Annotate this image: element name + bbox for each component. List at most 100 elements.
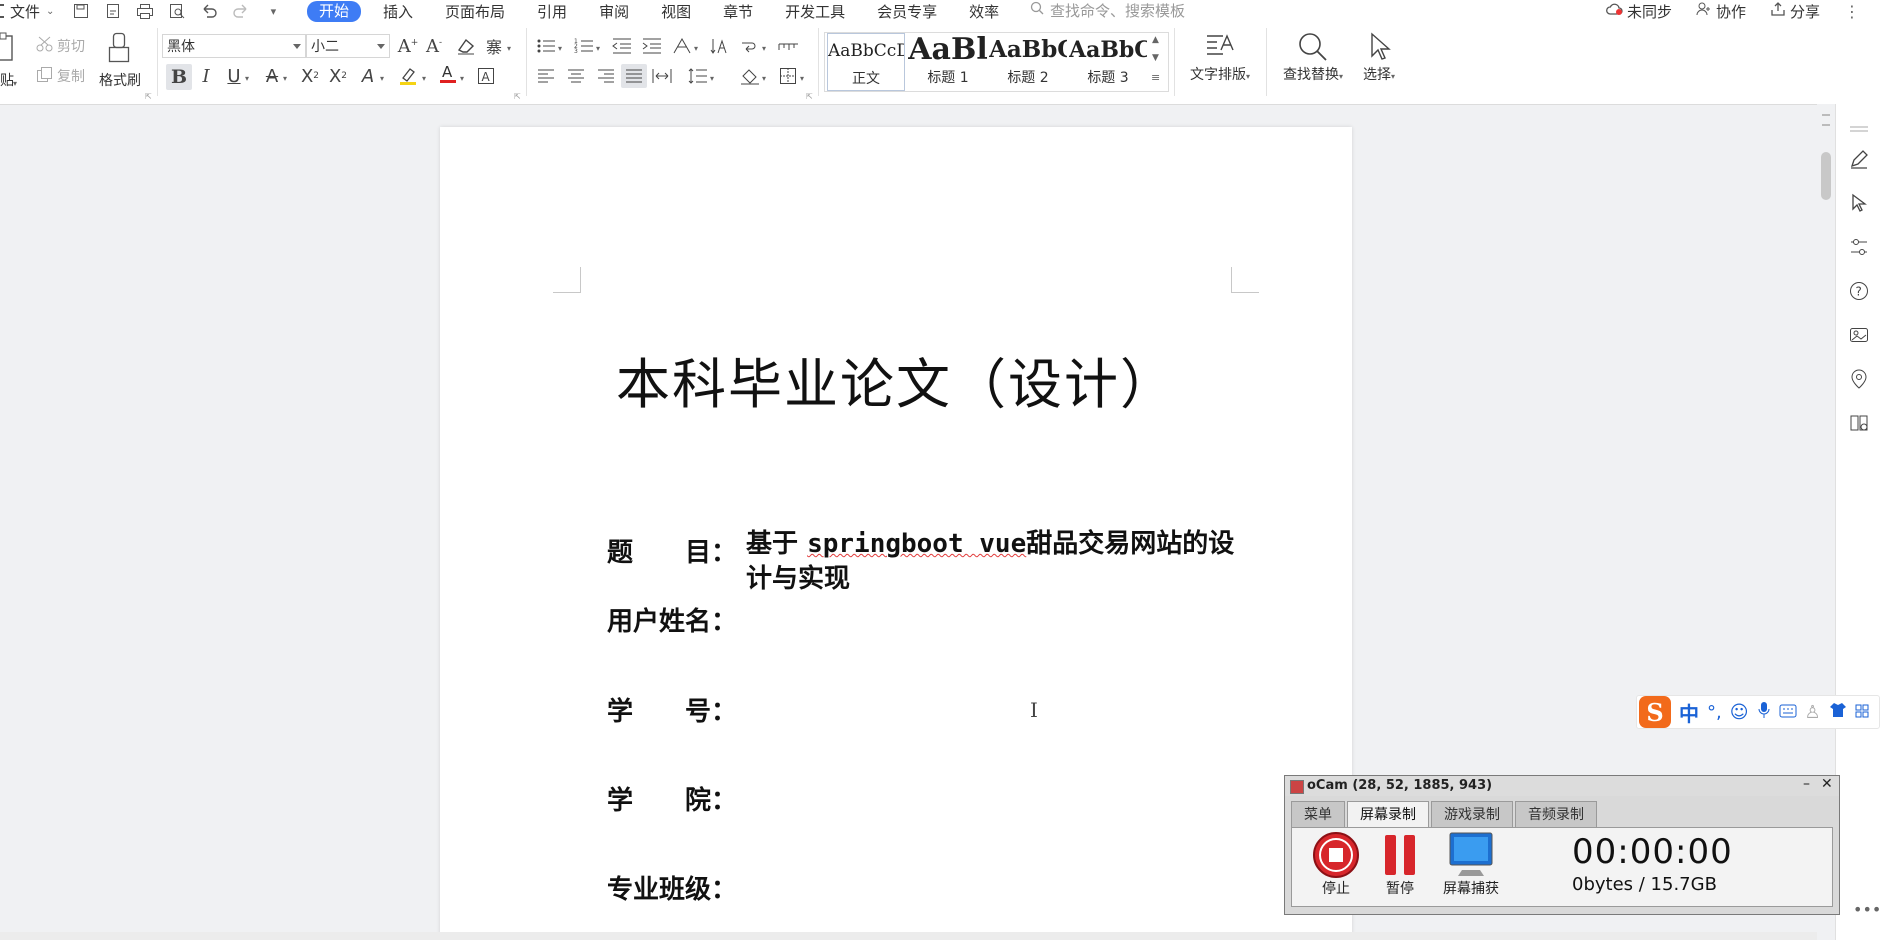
tab-home[interactable]: 开始	[307, 0, 362, 22]
strikethrough-dropdown-icon[interactable]: ▾	[283, 74, 287, 83]
clear-format-icon[interactable]	[456, 36, 476, 56]
styles-expand-icon[interactable]: ≡	[1151, 71, 1160, 84]
line-spacing-dropdown-icon[interactable]: ▾	[710, 74, 714, 83]
collab-button[interactable]: 协作	[1696, 1, 1746, 22]
tab-section[interactable]: 章节	[723, 1, 753, 22]
paste-dropdown-icon[interactable]: ▾	[13, 79, 17, 88]
select-button[interactable]: 选择▾	[1358, 30, 1400, 84]
share-button[interactable]: 分享	[1770, 1, 1820, 22]
tab-membership[interactable]: 会员专享	[877, 1, 937, 22]
text-effect-dropdown-icon[interactable]: ▾	[380, 74, 384, 83]
ocam-tab-audio-record[interactable]: 音频录制	[1515, 801, 1597, 827]
subscript-icon[interactable]: X2	[328, 66, 348, 87]
stop-button[interactable]: 停止	[1310, 830, 1362, 898]
styles-scroll-down-icon[interactable]: ▼	[1152, 53, 1159, 63]
print-icon[interactable]	[136, 2, 154, 20]
paste-button[interactable]	[0, 32, 16, 66]
highlight-icon[interactable]	[398, 66, 418, 86]
font-color-icon[interactable]: A	[438, 63, 458, 84]
minimize-icon[interactable]: –	[1803, 776, 1810, 792]
customize-toolbar-icon[interactable]: ▾	[264, 2, 282, 20]
font-size-select[interactable]: 小二	[306, 34, 390, 58]
grow-font-icon[interactable]: A+	[398, 36, 419, 57]
command-search[interactable]: 查找命令、搜索模板	[1030, 0, 1185, 20]
bullet-dropdown-icon[interactable]: ▾	[558, 44, 562, 53]
align-right-icon[interactable]	[596, 66, 616, 86]
close-icon[interactable]: ✕	[1821, 776, 1833, 792]
sliders-icon[interactable]	[1848, 236, 1870, 258]
export-pdf-icon[interactable]	[104, 2, 122, 20]
tab-page-layout[interactable]: 页面布局	[445, 1, 505, 22]
bullet-list-icon[interactable]	[536, 36, 556, 56]
marks-dropdown-icon[interactable]: ▾	[762, 44, 766, 53]
style-heading-2[interactable]: AaBbC 标题 2	[989, 33, 1067, 91]
borders-icon[interactable]	[778, 66, 798, 86]
sogou-logo-icon[interactable]: S	[1639, 696, 1671, 728]
skin-shirt-icon[interactable]	[1829, 702, 1847, 723]
text-effect-icon[interactable]: A	[358, 66, 378, 87]
cut-button[interactable]: 剪切	[36, 36, 85, 56]
ocam-titlebar[interactable]: oCam (28, 52, 1885, 943)	[1285, 776, 1839, 796]
ocam-tab-game-record[interactable]: 游戏录制	[1431, 801, 1513, 827]
character-border-icon[interactable]: A	[476, 66, 496, 86]
find-replace-button[interactable]: 查找替换▾	[1276, 30, 1350, 84]
italic-icon[interactable]: I	[196, 66, 216, 87]
print-preview-icon[interactable]	[168, 2, 186, 20]
book-icon[interactable]	[1848, 412, 1870, 434]
font-name-select[interactable]: 黑体	[162, 34, 306, 58]
styles-scroll-up-icon[interactable]: ▲	[1152, 35, 1159, 45]
font-launcher-icon[interactable]: ⇱	[514, 92, 521, 101]
scrollbar-thumb[interactable]	[1821, 152, 1831, 200]
ime-mode[interactable]: 中	[1679, 698, 1699, 727]
clipboard-launcher-icon[interactable]: ⇱	[145, 92, 152, 101]
borders-dropdown-icon[interactable]: ▾	[800, 74, 804, 83]
location-icon[interactable]	[1848, 368, 1870, 390]
emoji-icon[interactable]: ☺	[1730, 702, 1749, 723]
format-painter-button[interactable]	[108, 32, 132, 68]
screen-capture-button[interactable]: 屏幕捕获	[1438, 830, 1504, 898]
decrease-indent-icon[interactable]	[612, 36, 632, 56]
grid-menu-icon[interactable]	[1855, 702, 1869, 723]
copy-button[interactable]: 复制	[36, 66, 85, 86]
more-icon[interactable]: •••	[1853, 900, 1880, 919]
pause-button[interactable]: 暂停	[1374, 830, 1426, 898]
bold-icon[interactable]: B	[166, 64, 192, 90]
shrink-font-icon[interactable]: A-	[424, 36, 444, 57]
superscript-icon[interactable]: X2	[300, 66, 320, 87]
align-left-icon[interactable]	[536, 66, 556, 86]
sync-status[interactable]: 未同步	[1605, 1, 1672, 22]
line-spacing-icon[interactable]	[688, 66, 708, 86]
more-options-icon[interactable]: ⋮	[1844, 2, 1860, 21]
phonetic-guide-icon[interactable]: 寨	[484, 36, 504, 57]
phonetic-dropdown-icon[interactable]: ▾	[507, 44, 511, 53]
justify-icon[interactable]	[621, 64, 647, 88]
chinese-layout-dropdown-icon[interactable]: ▾	[694, 44, 698, 53]
style-normal[interactable]: AaBbCcDd 正文	[827, 33, 905, 91]
pen-icon[interactable]	[1848, 148, 1870, 170]
redo-icon[interactable]	[232, 2, 250, 20]
horizontal-scrollbar[interactable]	[0, 932, 1817, 940]
strikethrough-icon[interactable]: A	[262, 66, 282, 87]
select-cursor-icon[interactable]	[1848, 192, 1870, 214]
chinese-layout-icon[interactable]	[672, 36, 692, 56]
user-icon[interactable]: ♙	[1805, 702, 1821, 723]
font-color-dropdown-icon[interactable]: ▾	[460, 74, 464, 83]
tab-insert[interactable]: 插入	[383, 1, 413, 22]
image-tools-icon[interactable]	[1848, 324, 1870, 346]
text-layout-button[interactable]: 文字排版▾	[1184, 30, 1256, 84]
file-menu[interactable]: 文件 ⌄	[0, 1, 54, 22]
paragraph-launcher-icon[interactable]: ⇱	[806, 92, 813, 101]
save-icon[interactable]	[72, 2, 90, 20]
show-hide-marks-icon[interactable]	[740, 36, 760, 56]
ime-punctuation[interactable]: °,	[1707, 702, 1722, 723]
ocam-tab-screen-record[interactable]: 屏幕录制	[1347, 801, 1429, 829]
sort-icon[interactable]	[710, 36, 730, 56]
style-heading-1[interactable]: AaBl 标题 1	[907, 33, 989, 91]
help-icon[interactable]: ?	[1848, 280, 1870, 302]
microphone-icon[interactable]	[1757, 701, 1771, 724]
underline-icon[interactable]: U	[224, 66, 244, 87]
numbered-dropdown-icon[interactable]: ▾	[596, 44, 600, 53]
distribute-icon[interactable]	[652, 66, 672, 86]
document-page[interactable]: 本科毕业论文（设计） 题 目： 基于 springboot vue甜品交易网站的…	[440, 127, 1352, 940]
tab-view[interactable]: 视图	[661, 1, 691, 22]
